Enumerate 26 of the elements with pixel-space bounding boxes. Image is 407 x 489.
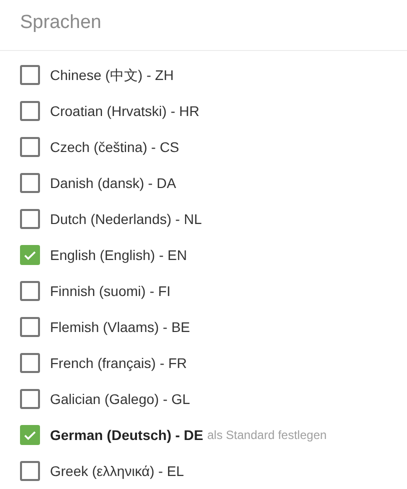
checkbox[interactable] [20, 389, 40, 409]
language-label: German (Deutsch) - DE [50, 426, 204, 445]
checkbox[interactable] [20, 173, 40, 193]
language-label: Greek (ελληνικά) - EL [50, 462, 184, 481]
language-label: Galician (Galego) - GL [50, 390, 190, 409]
checkbox[interactable] [20, 281, 40, 301]
language-label: Dutch (Nederlands) - NL [50, 210, 202, 229]
checkbox[interactable] [20, 425, 40, 445]
language-label: Croatian (Hrvatski) - HR [50, 102, 200, 121]
checkbox[interactable] [20, 353, 40, 373]
panel-title: Sprachen [20, 10, 102, 35]
language-label: Chinese (中文) - ZH [50, 66, 174, 85]
set-default-link[interactable]: als Standard festlegen [207, 426, 327, 444]
language-label: English (English) - EN [50, 246, 187, 265]
checkbox[interactable] [20, 65, 40, 85]
language-label: Czech (čeština) - CS [50, 138, 180, 157]
checkbox[interactable] [20, 209, 40, 229]
checkbox[interactable] [20, 245, 40, 265]
language-label: French (français) - FR [50, 354, 187, 373]
checkbox[interactable] [20, 461, 40, 481]
checkbox[interactable] [20, 137, 40, 157]
checkbox[interactable] [20, 317, 40, 337]
language-label: Flemish (Vlaams) - BE [50, 318, 190, 337]
language-label: Finnish (suomi) - FI [50, 282, 171, 301]
language-label: Danish (dansk) - DA [50, 174, 176, 193]
checkbox[interactable] [20, 101, 40, 121]
